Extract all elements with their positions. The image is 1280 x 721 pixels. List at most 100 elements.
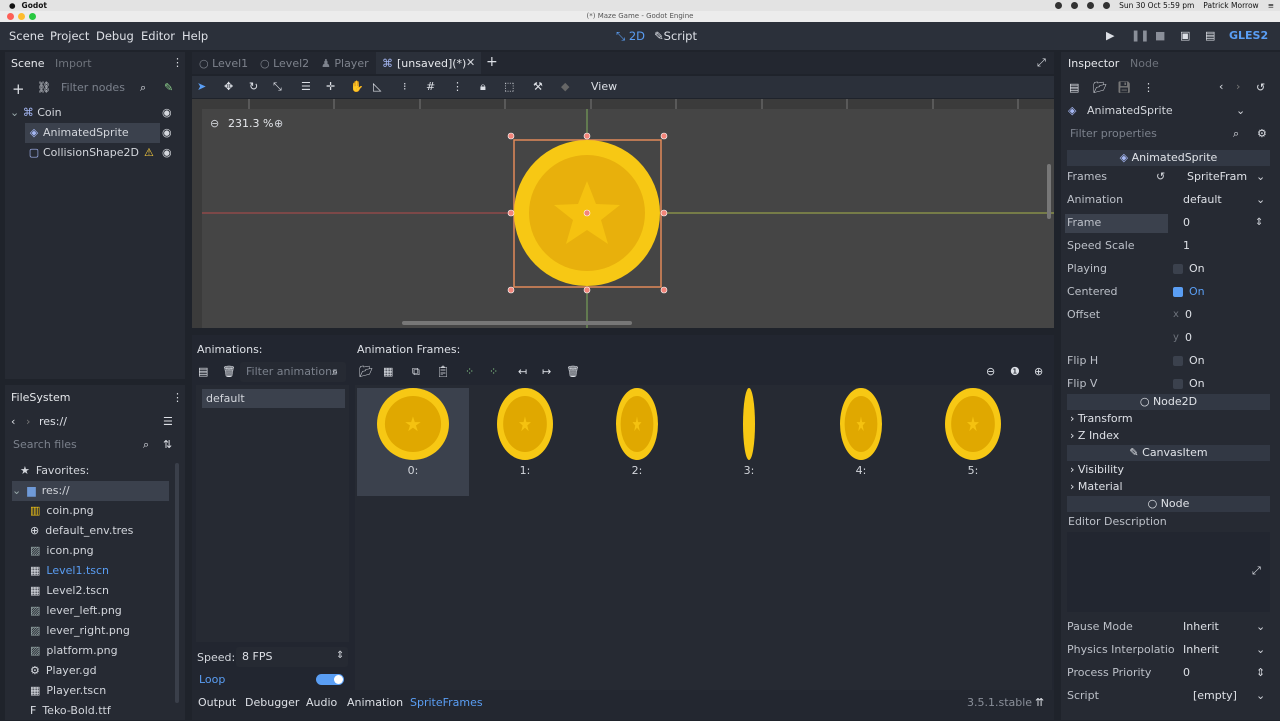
status-icon[interactable] (1055, 2, 1063, 9)
search-files-input[interactable]: Search files (7, 435, 157, 455)
forward-icon[interactable]: › (26, 415, 30, 428)
move-tool-icon[interactable]: ✥ (224, 80, 233, 93)
section-transform[interactable]: › Transform (1070, 412, 1133, 425)
pause-icon[interactable]: ❚❚ (1131, 29, 1149, 42)
chevron-down-icon[interactable]: ⌄ (1256, 639, 1265, 661)
wifi-icon[interactable] (1087, 2, 1095, 9)
menu-help[interactable]: Help (182, 29, 208, 43)
res-root-row[interactable]: ⌄ ▆ res:// (12, 481, 169, 501)
spin-arrows-icon[interactable]: ⇕ (336, 650, 344, 661)
path-field[interactable]: res:// (33, 412, 153, 432)
history-back-icon[interactable]: ‹ (1219, 80, 1223, 93)
frame-thumbnail[interactable]: ★ 5: (917, 388, 1029, 496)
visibility-eye-icon[interactable]: ◉ (162, 143, 172, 163)
bottom-tab-audio[interactable]: Audio (306, 696, 337, 709)
group-icon[interactable]: ⬚ (504, 80, 514, 93)
property-speed-scale[interactable]: Speed Scale 1 (1063, 235, 1273, 257)
object-selector[interactable]: ◈ AnimatedSprite ⌄ (1064, 101, 1249, 121)
property-process-priority[interactable]: Process Priority 0 ⇕ (1063, 662, 1273, 684)
tab-scene[interactable]: Scene (11, 57, 45, 70)
menu-debug[interactable]: Debug (96, 29, 134, 43)
visibility-eye-icon[interactable]: ◉ (162, 103, 172, 123)
dock-menu-icon[interactable]: ⋮ (172, 56, 183, 69)
zoom-level[interactable]: 231.3 % (228, 117, 273, 130)
minimize-window-button[interactable] (18, 13, 25, 20)
section-zindex[interactable]: › Z Index (1070, 429, 1119, 442)
control-center-icon[interactable]: ≡ (1268, 1, 1274, 10)
mode-2d-button[interactable]: ⤡ 2D (616, 29, 645, 44)
zoom-in-icon[interactable]: ⊕ (1034, 365, 1043, 378)
expand-icon[interactable]: ⤢ (1252, 564, 1261, 578)
animation-item-default[interactable]: default (202, 389, 345, 408)
play-scene-icon[interactable]: ▣ (1180, 29, 1190, 42)
tab-inspector[interactable]: Inspector (1068, 57, 1119, 70)
save-resource-icon[interactable]: 💾︎ (1117, 81, 1131, 94)
delete-frame-icon[interactable]: 🗑︎ (566, 365, 580, 378)
zoom-out-icon[interactable]: ⊖ (986, 365, 995, 378)
file-row[interactable]: ▦ Level2.tscn (30, 581, 109, 601)
frame-thumbnail[interactable]: ★ 0: (357, 388, 469, 496)
dock-menu-icon[interactable]: ⋮ (172, 391, 183, 404)
close-tab-icon[interactable]: ✕ (466, 56, 475, 69)
new-animation-icon[interactable]: ▤ (198, 365, 208, 378)
pan-tool-icon[interactable]: ✋ (350, 80, 364, 93)
property-flip-h[interactable]: Flip H On (1063, 350, 1273, 372)
offset-x-field[interactable]: 0 (1185, 304, 1192, 326)
insert-empty-after-icon[interactable]: ⁘ (489, 365, 498, 378)
file-row[interactable]: ▨ lever_left.png (30, 601, 122, 621)
canvas-viewport[interactable]: ⊖ 231.3 % ⊕ (202, 109, 1054, 328)
zoom-in-icon[interactable]: ⊕ (274, 117, 283, 130)
history-icon[interactable]: ↺ (1256, 81, 1265, 94)
resource-menu-icon[interactable]: ⋮ (1143, 81, 1154, 94)
tab-import[interactable]: Import (55, 57, 92, 70)
property-physics-interpolatio[interactable]: Physics Interpolatio Inherit ⌄ (1063, 639, 1273, 661)
sprite-sheet-icon[interactable]: ▦ (383, 365, 393, 378)
file-row[interactable]: ⚙ Player.gd (30, 661, 97, 681)
insert-empty-before-icon[interactable]: ⁘ (465, 365, 474, 378)
rotate-tool-icon[interactable]: ↻ (249, 80, 258, 93)
file-row[interactable]: ▨ lever_right.png (30, 621, 130, 641)
property-frame[interactable]: Frame 0 ⇕ (1063, 212, 1273, 234)
spin-arrows-icon[interactable]: ⇕ (1255, 212, 1263, 234)
property-script[interactable]: Script [empty] ⌄ (1063, 685, 1273, 707)
chevron-down-icon[interactable]: ⌄ (1256, 189, 1265, 211)
close-window-button[interactable] (7, 13, 14, 20)
sort-icon[interactable]: ⇅ (163, 438, 172, 451)
section-visibility[interactable]: › Visibility (1070, 463, 1124, 476)
add-node-icon[interactable]: + (12, 80, 25, 98)
snap-options-icon[interactable]: ⋮ (452, 80, 463, 93)
battery-icon[interactable] (1103, 2, 1111, 9)
history-forward-icon[interactable]: › (1236, 80, 1240, 93)
property-playing[interactable]: Playing On (1063, 258, 1273, 280)
bottom-tab-debugger[interactable]: Debugger (245, 696, 299, 709)
mac-datetime[interactable]: Sun 30 Oct 5:59 pm (1119, 1, 1194, 10)
tree-node-coin[interactable]: ⌄ ⌘ Coin ◉ (10, 103, 180, 123)
speed-spinbox[interactable]: 8 FPS (236, 647, 348, 667)
loop-toggle[interactable] (316, 674, 344, 685)
reset-icon[interactable]: ↺ (1156, 166, 1165, 188)
apple-icon[interactable]: ● (9, 1, 16, 10)
mode-script-button[interactable]: ✎Script (654, 29, 697, 43)
offset-y-field[interactable]: 0 (1185, 327, 1192, 349)
smart-snap-icon[interactable]: ⁝ (403, 80, 407, 93)
mac-app-name[interactable]: Godot (22, 1, 47, 10)
menu-scene[interactable]: Scene (9, 29, 44, 43)
chevron-down-icon[interactable]: ⌄ (1256, 166, 1265, 188)
file-row[interactable]: ▨ platform.png (30, 641, 118, 661)
lock-icon[interactable]: 🔒︎ (480, 80, 486, 94)
property-frames[interactable]: Frames ↺ SpriteFram ⌄ (1063, 166, 1273, 188)
checkbox-icon[interactable] (1173, 264, 1183, 274)
checkbox-icon[interactable] (1173, 379, 1183, 389)
renderer-dropdown[interactable]: GLES2 (1229, 29, 1268, 42)
property-centered[interactable]: Centered On (1063, 281, 1273, 303)
collapse-arrow-icon[interactable]: ⌄ (10, 103, 19, 123)
file-row[interactable]: ⊕ default_env.tres (30, 521, 133, 541)
zoom-window-button[interactable] (29, 13, 36, 20)
property-animation[interactable]: Animation default ⌄ (1063, 189, 1273, 211)
filesystem-scrollbar[interactable] (175, 463, 179, 703)
split-view-icon[interactable]: ☰ (163, 415, 173, 428)
frame-thumbnail[interactable]: 3: (693, 388, 805, 496)
move-right-icon[interactable]: ↦ (542, 365, 551, 378)
file-row[interactable]: ▨ icon.png (30, 541, 94, 561)
play-custom-icon[interactable]: ▤ (1205, 29, 1215, 42)
